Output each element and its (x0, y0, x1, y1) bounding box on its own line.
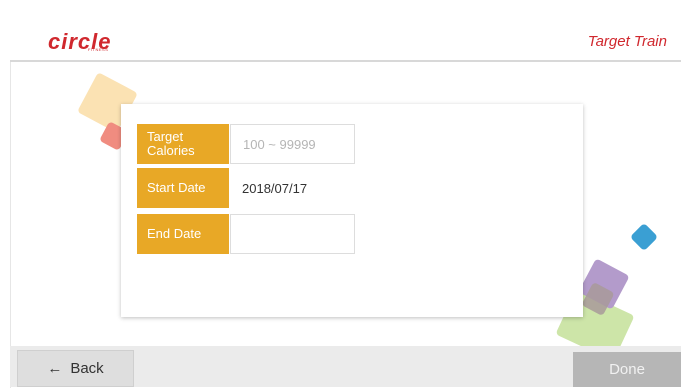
target-form-card: Target Calories 100 ~ 99999 Start Date 2… (121, 104, 583, 317)
start-date-label: Start Date (137, 168, 229, 208)
brand-logo: circle FITNESS (48, 29, 112, 55)
page-title: Target Train (587, 33, 667, 50)
target-calories-label: Target Calories (137, 124, 229, 164)
target-calories-input[interactable]: 100 ~ 99999 (230, 124, 355, 164)
done-button[interactable]: Done (573, 352, 681, 387)
start-date-value: 2018/07/17 (230, 168, 355, 208)
arrow-left-icon: ← (47, 360, 63, 377)
header-bar: circle FITNESS Target Train (10, 14, 681, 62)
logo-subtext: FITNESS (88, 47, 109, 52)
back-button-label: Back (70, 360, 104, 377)
end-date-label: End Date (137, 214, 229, 254)
back-button[interactable]: ← Back (17, 350, 134, 387)
end-date-input[interactable] (230, 214, 355, 254)
